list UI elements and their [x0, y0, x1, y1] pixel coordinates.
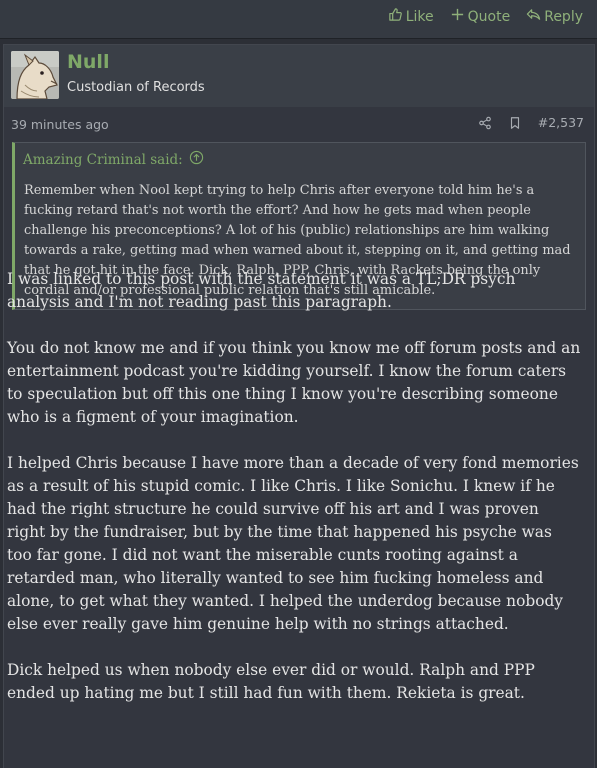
bookmark-icon[interactable]	[508, 116, 522, 130]
quote-header[interactable]: Amazing Criminal said:	[23, 150, 204, 169]
message-paragraph: I helped Chris because I have more than …	[7, 454, 579, 633]
quote-author[interactable]: Amazing Criminal said:	[23, 152, 183, 168]
post-actions: Like Quote Reply	[388, 7, 583, 26]
like-button[interactable]: Like	[388, 7, 434, 26]
plus-icon	[450, 7, 465, 26]
thread-page: Like Quote Reply Null Custodian of Recor…	[0, 0, 597, 768]
like-label: Like	[405, 8, 434, 25]
reply-arrow-icon	[526, 7, 541, 26]
share-icon[interactable]	[478, 116, 492, 130]
message-paragraph: You do not know me and if you think you …	[7, 339, 581, 426]
message-paragraph: I was linked to this post with the state…	[7, 270, 516, 311]
post-meta: 39 minutes ago #2,537	[4, 107, 594, 141]
quote-label: Quote	[467, 8, 511, 25]
circle-arrow-up-icon[interactable]	[189, 150, 204, 169]
post-number[interactable]: #2,537	[538, 115, 584, 130]
quote-button[interactable]: Quote	[450, 7, 511, 26]
thumbs-up-icon	[388, 7, 403, 26]
message-paragraph: Dick helped us when nobody else ever did…	[7, 661, 535, 702]
reply-label: Reply	[544, 8, 583, 25]
post-meta-actions: #2,537	[478, 115, 584, 130]
reply-button[interactable]: Reply	[526, 7, 583, 26]
post-timestamp[interactable]: 39 minutes ago	[11, 117, 109, 132]
previous-post-footer: Like Quote Reply	[0, 0, 597, 39]
avatar[interactable]	[11, 51, 59, 99]
post-message: I was linked to this post with the state…	[7, 268, 581, 728]
user-title: Custodian of Records	[67, 80, 205, 95]
username[interactable]: Null	[67, 51, 109, 73]
post-user-header: Null Custodian of Records	[4, 45, 594, 107]
